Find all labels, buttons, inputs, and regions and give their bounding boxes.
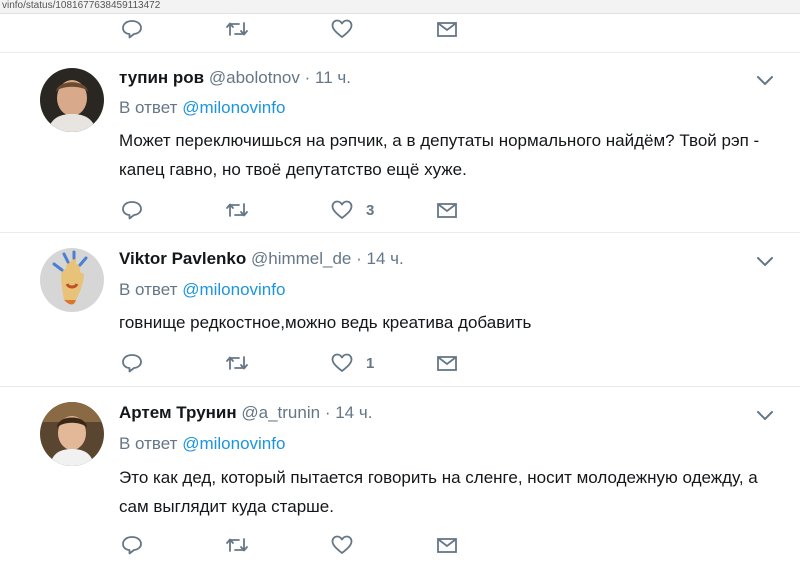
reply-icon[interactable] (120, 18, 146, 40)
mention-link[interactable]: @milonovinfo (182, 98, 285, 117)
reply-icon[interactable] (120, 352, 146, 374)
mention-link[interactable]: @milonovinfo (182, 434, 285, 453)
envelope-icon[interactable] (435, 352, 461, 374)
dot-separator: · (356, 249, 362, 268)
chevron-down-icon[interactable] (754, 250, 776, 272)
chevron-down-icon[interactable] (754, 404, 776, 426)
heart-icon[interactable] (330, 18, 356, 40)
timestamp[interactable]: 14 ч. (335, 403, 372, 422)
envelope-icon[interactable] (435, 18, 461, 40)
heart-icon[interactable] (330, 534, 356, 556)
envelope-icon[interactable] (435, 534, 461, 556)
url-text: vinfo/status/1081677638459113472 (2, 0, 161, 11)
like-count: 3 (366, 202, 375, 219)
browser-url-bar[interactable]: vinfo/status/1081677638459113472 (0, 0, 800, 14)
reply-tweet[interactable]: тупин ров @abolotnov · 11 ч. В ответ @mi… (0, 52, 800, 230)
timestamp[interactable]: 11 ч. (315, 68, 351, 87)
tweet-text: говнище редкостное,можно ведь креатива д… (119, 313, 532, 332)
reply-icon[interactable] (120, 199, 146, 221)
retweet-icon[interactable] (224, 18, 250, 40)
heart-icon[interactable] (330, 352, 356, 374)
mention-link[interactable]: @milonovinfo (182, 280, 285, 299)
like-count: 1 (366, 355, 375, 372)
timestamp[interactable]: 14 ч. (367, 249, 404, 268)
retweet-icon[interactable] (224, 352, 250, 374)
previous-tweet-actions (0, 14, 800, 46)
dot-separator: · (324, 403, 331, 422)
chevron-down-icon[interactable] (754, 69, 776, 91)
tweet-text: Может переключишься на рэпчик, а в депут… (119, 131, 760, 179)
user-name[interactable]: Viktor Pavlenko (119, 249, 246, 268)
dot-separator: · (304, 68, 311, 87)
reply-icon[interactable] (120, 534, 146, 556)
reply-context: В ответ @milonovinfo (119, 434, 285, 454)
avatar[interactable] (40, 248, 104, 312)
reply-tweet[interactable]: Артем Трунин @a_trunin · 14 ч. В ответ @… (0, 386, 800, 567)
user-name[interactable]: тупин ров (119, 68, 204, 87)
heart-icon[interactable] (330, 199, 356, 221)
retweet-icon[interactable] (224, 534, 250, 556)
tweet-text: Это как дед, который пытается говорить н… (119, 468, 758, 516)
avatar[interactable] (40, 402, 104, 466)
reply-prefix: В ответ (119, 98, 178, 117)
envelope-icon[interactable] (435, 199, 461, 221)
retweet-icon[interactable] (224, 199, 250, 221)
user-name[interactable]: Артем Трунин (119, 403, 237, 422)
reply-prefix: В ответ (119, 434, 178, 453)
reply-prefix: В ответ (119, 280, 178, 299)
avatar[interactable] (40, 68, 104, 132)
user-handle[interactable]: @himmel_de (251, 249, 351, 268)
reply-context: В ответ @milonovinfo (119, 98, 285, 118)
reply-context: В ответ @milonovinfo (119, 280, 285, 300)
user-handle[interactable]: @a_trunin (241, 403, 320, 422)
user-handle[interactable]: @abolotnov (209, 68, 300, 87)
reply-tweet[interactable]: Viktor Pavlenko @himmel_de · 14 ч. В отв… (0, 232, 800, 384)
